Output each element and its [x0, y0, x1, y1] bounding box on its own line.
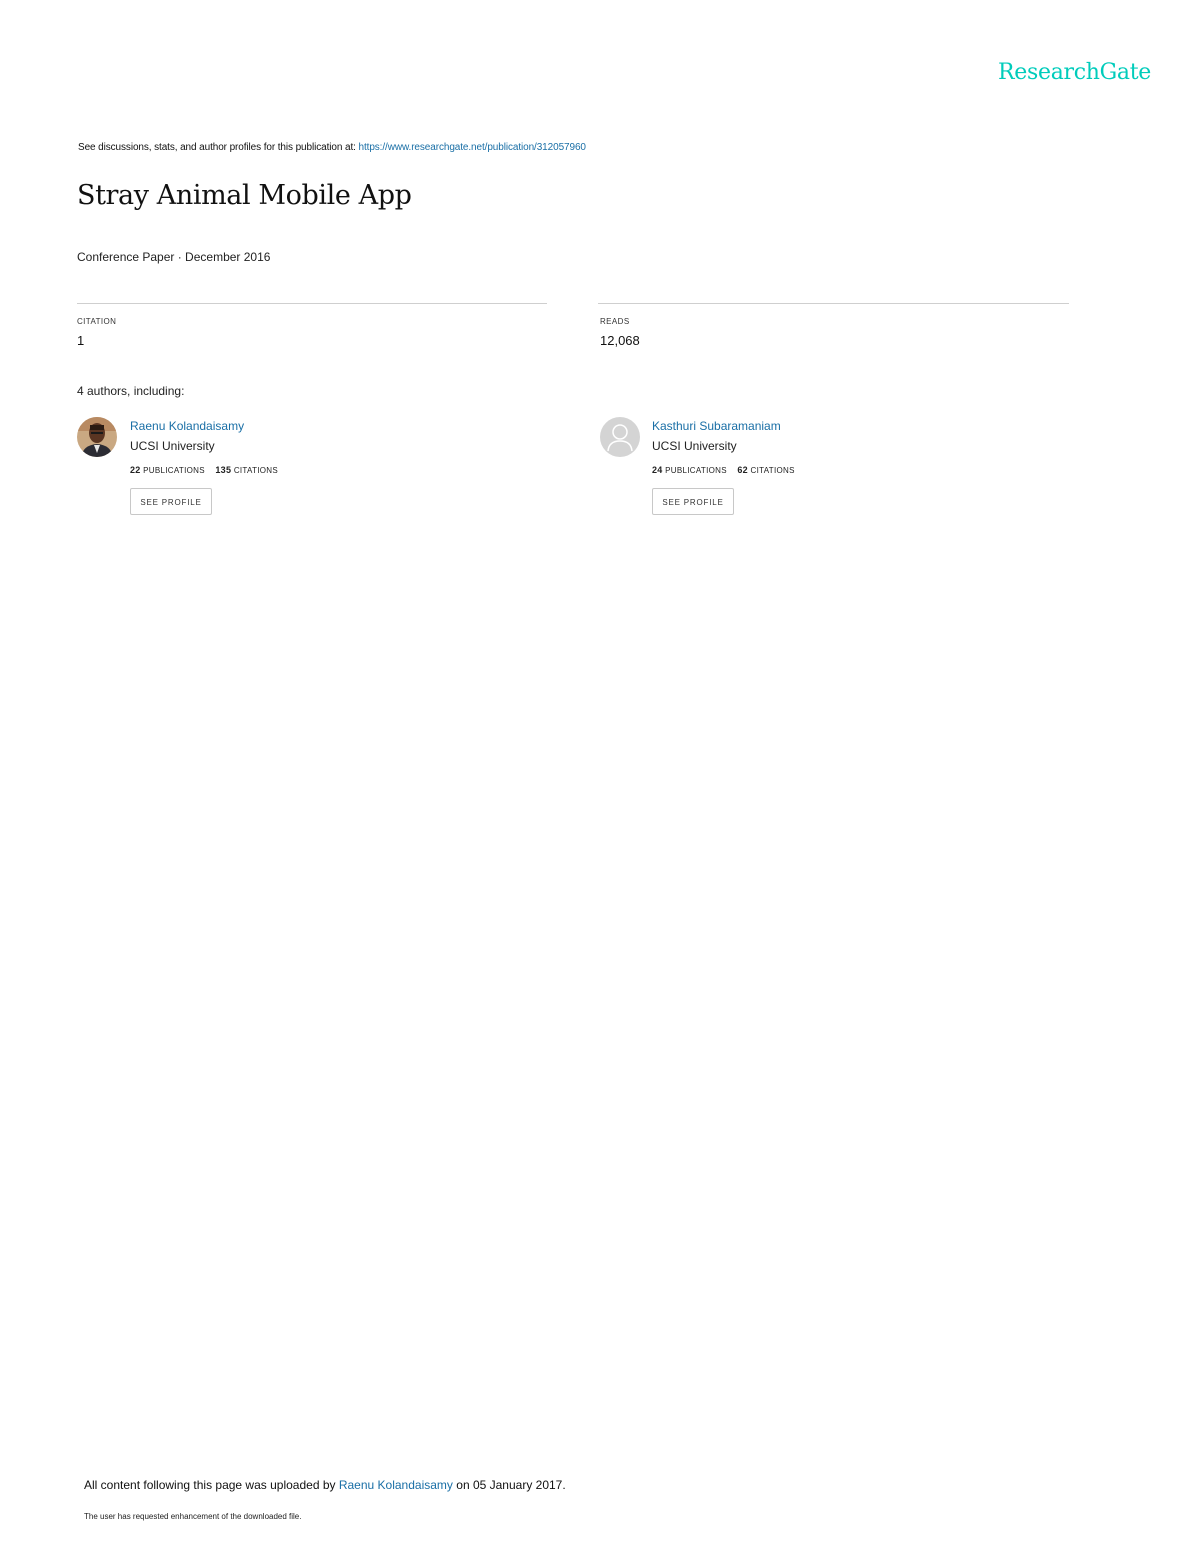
- publication-url-link[interactable]: https://www.researchgate.net/publication…: [359, 142, 586, 153]
- upload-notice: All content following this page was uplo…: [84, 1478, 566, 1492]
- publication-type-date: Conference Paper · December 2016: [77, 250, 271, 264]
- citations-count: 135: [215, 465, 232, 475]
- author-name-link[interactable]: Kasthuri Subaramaniam: [652, 419, 781, 433]
- reads-label: READS: [600, 317, 630, 326]
- default-user-avatar[interactable]: [600, 417, 640, 457]
- see-profile-button[interactable]: SEE PROFILE: [652, 488, 734, 515]
- authors-heading: 4 authors, including:: [77, 384, 185, 398]
- upload-suffix: on 05 January 2017.: [456, 1478, 566, 1492]
- default-user-icon: [600, 417, 640, 457]
- citations-label: CITATIONS: [750, 466, 795, 475]
- divider-right: [598, 303, 1069, 304]
- citations-count: 62: [737, 465, 748, 475]
- author-photo-icon: [77, 417, 117, 457]
- author-institution: UCSI University: [130, 439, 215, 453]
- reads-value: 12,068: [600, 333, 640, 348]
- see-profile-button[interactable]: SEE PROFILE: [130, 488, 212, 515]
- publications-count: 22: [130, 465, 141, 475]
- divider-left: [77, 303, 547, 304]
- author-name-link[interactable]: Raenu Kolandaisamy: [130, 419, 244, 433]
- researchgate-logo[interactable]: ResearchGate: [998, 60, 1151, 85]
- uploader-link[interactable]: Raenu Kolandaisamy: [339, 1478, 453, 1492]
- download-note: The user has requested enhancement of th…: [84, 1512, 302, 1521]
- see-discussions-label: See discussions, stats, and author profi…: [78, 142, 356, 153]
- upload-prefix: All content following this page was uplo…: [84, 1478, 336, 1492]
- citation-label: CITATION: [77, 317, 117, 326]
- citation-value: 1: [77, 333, 85, 348]
- publication-title: Stray Animal Mobile App: [77, 180, 412, 211]
- publications-count: 24: [652, 465, 663, 475]
- see-discussions-line: See discussions, stats, and author profi…: [78, 142, 586, 153]
- publications-label: PUBLICATIONS: [143, 466, 205, 475]
- publications-label: PUBLICATIONS: [665, 466, 727, 475]
- author-stats: 22 PUBLICATIONS 135 CITATIONS: [130, 465, 278, 475]
- author-stats: 24 PUBLICATIONS 62 CITATIONS: [652, 465, 795, 475]
- author-photo-avatar[interactable]: [77, 417, 117, 457]
- citations-label: CITATIONS: [233, 466, 279, 475]
- author-institution: UCSI University: [652, 439, 737, 453]
